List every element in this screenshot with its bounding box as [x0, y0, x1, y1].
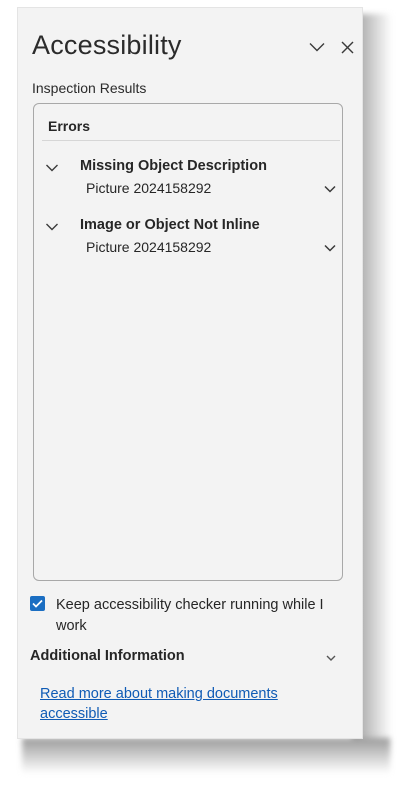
chevron-down-icon	[326, 655, 336, 661]
keep-running-label[interactable]: Keep accessibility checker running while…	[56, 595, 346, 637]
additional-information-label: Additional Information	[30, 648, 185, 664]
chevron-down-icon[interactable]	[45, 162, 59, 174]
chevron-down-icon[interactable]	[324, 243, 336, 253]
issue-title: Image or Object Not Inline	[80, 217, 260, 233]
chevron-down-icon[interactable]	[45, 221, 59, 233]
close-pane-button[interactable]	[336, 36, 358, 58]
issue-title: Missing Object Description	[80, 158, 267, 174]
pane-shadow-bottom	[22, 738, 390, 774]
issue-image-not-inline[interactable]: Image or Object Not Inline Picture 20241…	[34, 217, 342, 261]
checkmark-icon	[32, 599, 43, 608]
inspection-results-label: Inspection Results	[32, 80, 147, 96]
chevron-down-icon[interactable]	[324, 184, 336, 194]
pane-header: Accessibility	[32, 30, 354, 66]
errors-divider	[42, 140, 340, 141]
inspection-results-list[interactable]: Errors Missing Object Description Pictur…	[33, 103, 343, 581]
chevron-down-icon	[309, 43, 325, 52]
additional-information-toggle[interactable]: Additional Information	[30, 648, 346, 670]
task-pane-options-button[interactable]	[306, 36, 328, 58]
accessibility-pane: Accessibility Inspection Results Errors	[18, 8, 362, 738]
read-more-link[interactable]: Read more about making documents accessi…	[40, 684, 340, 724]
close-icon	[341, 41, 353, 53]
keep-running-checkbox[interactable]	[30, 596, 45, 611]
pane-title: Accessibility	[32, 30, 182, 60]
screenshot-stage: Accessibility Inspection Results Errors	[0, 0, 406, 788]
issue-missing-object-description[interactable]: Missing Object Description Picture 20241…	[34, 158, 342, 202]
issue-item[interactable]: Picture 2024158292	[86, 239, 211, 255]
issue-item[interactable]: Picture 2024158292	[86, 180, 211, 196]
errors-heading: Errors	[48, 118, 91, 134]
